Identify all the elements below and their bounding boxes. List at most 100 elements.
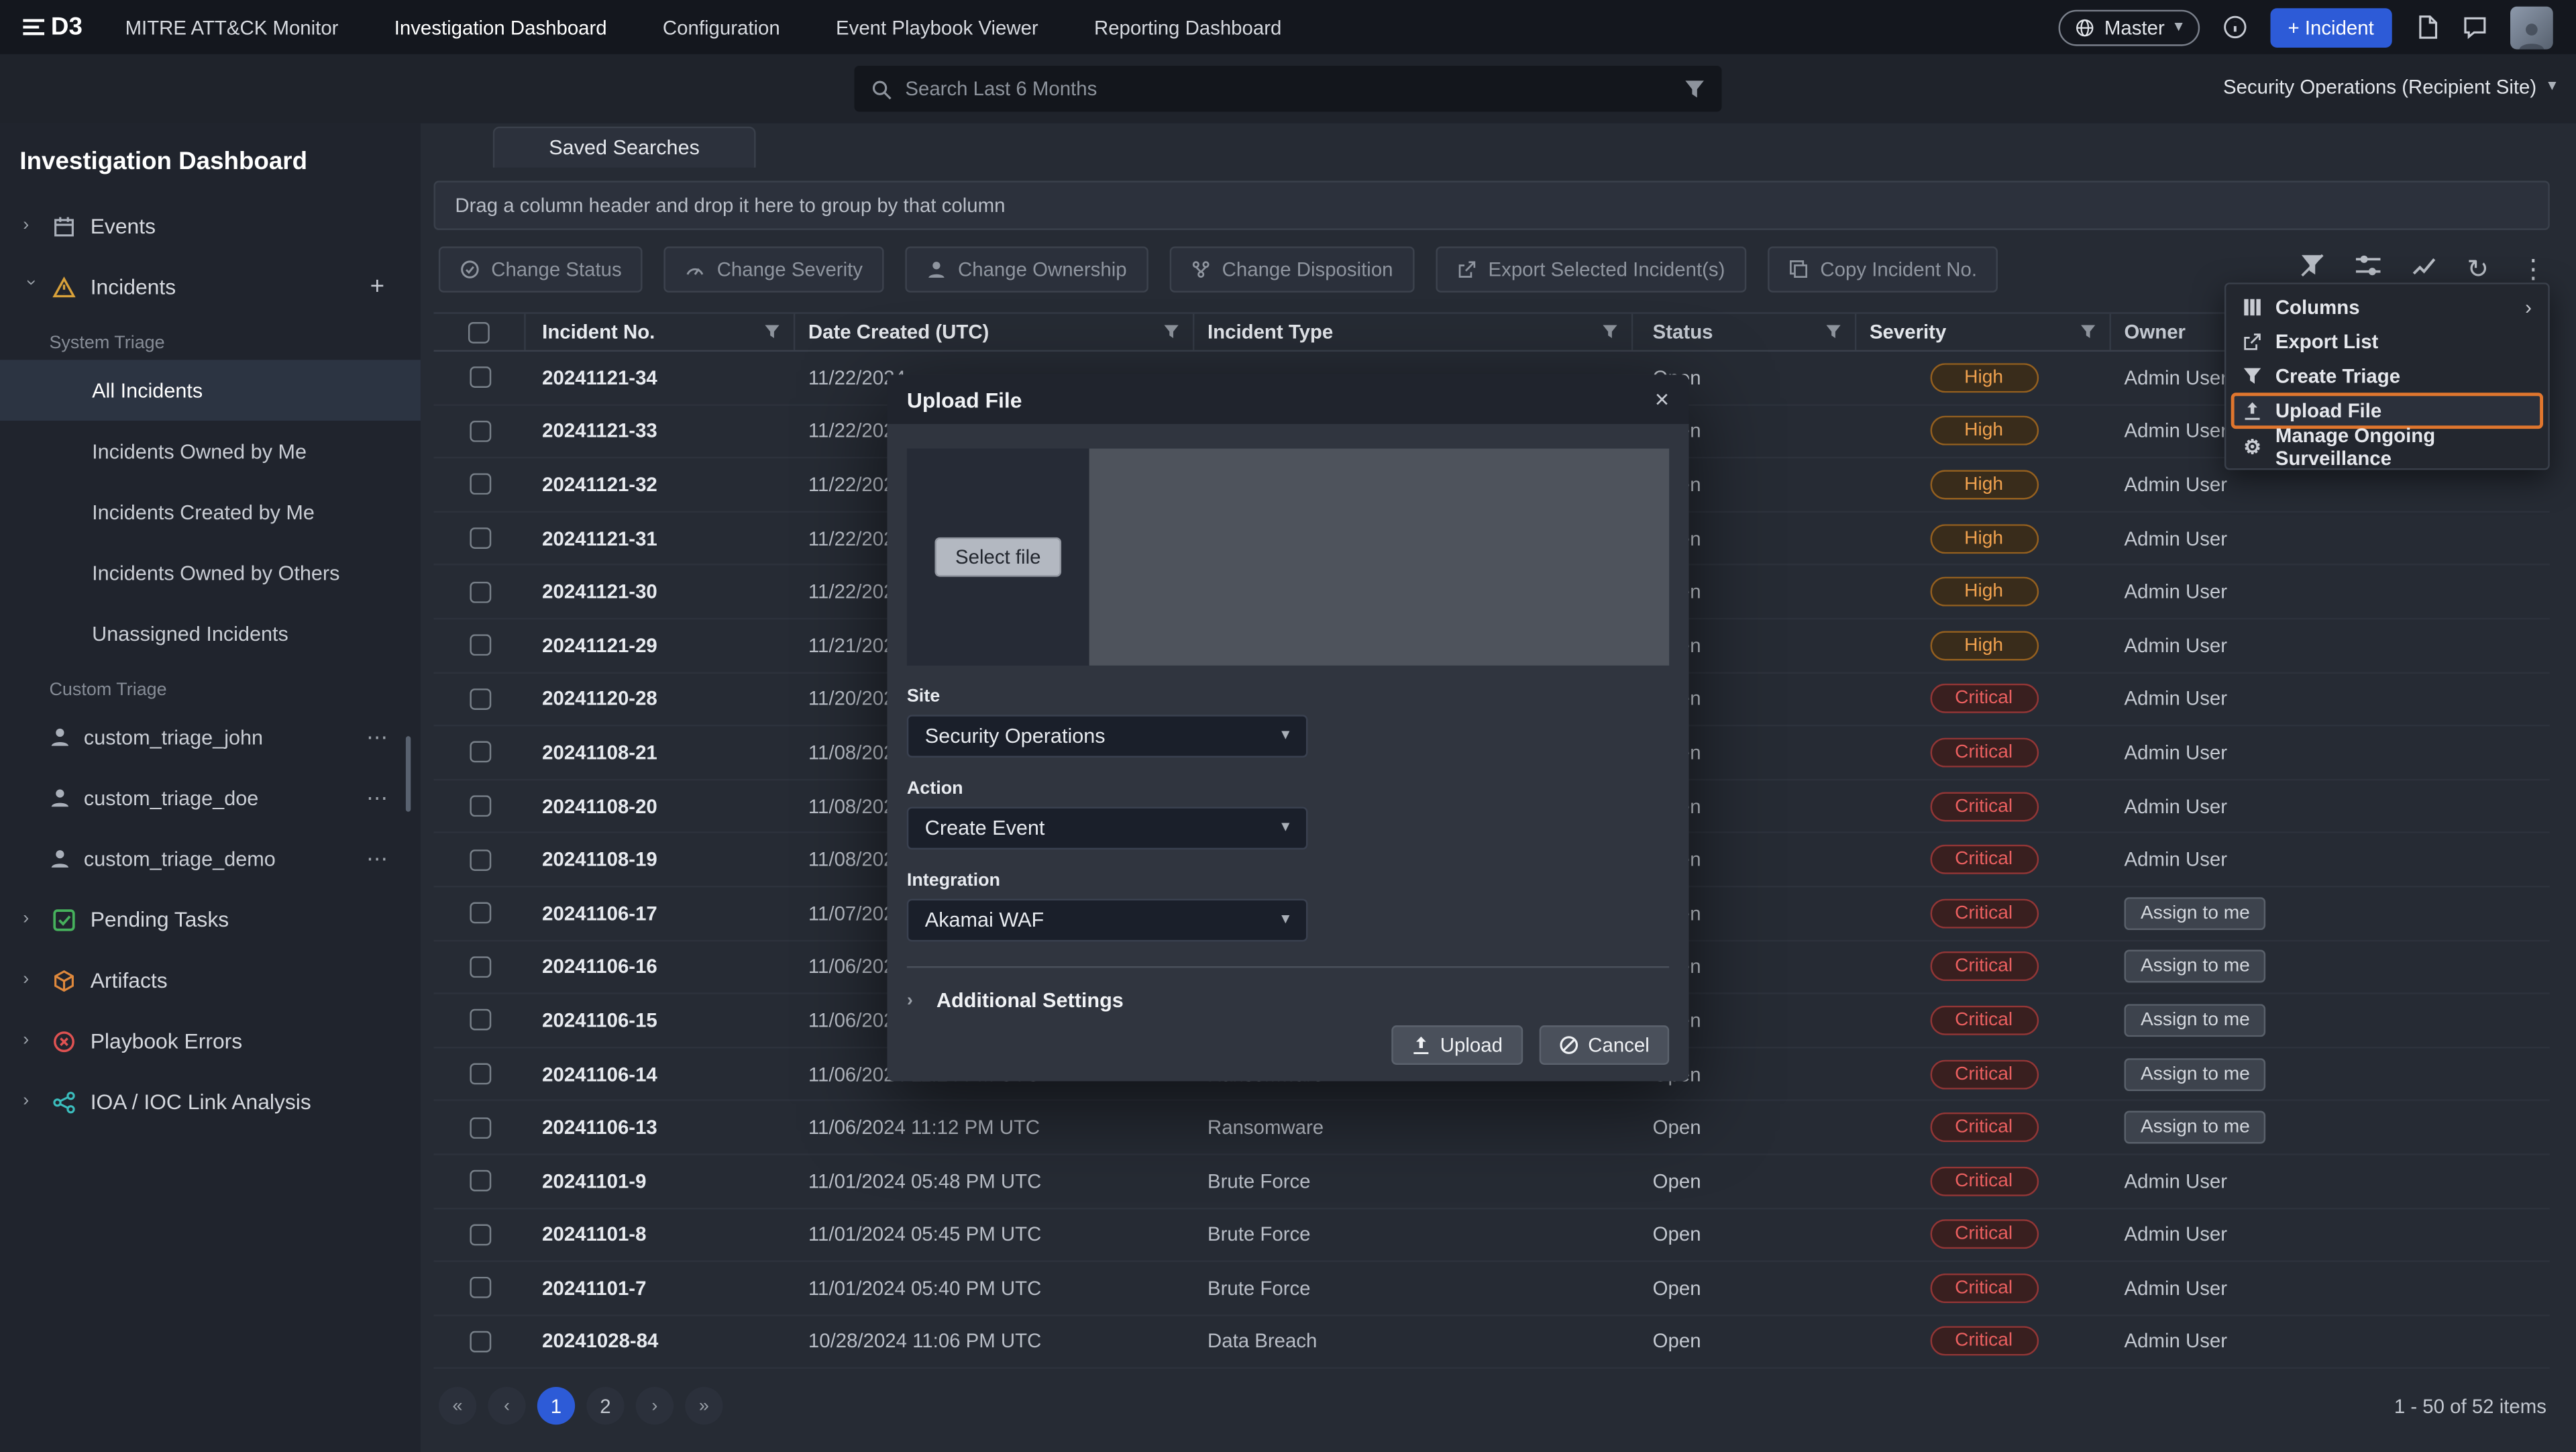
- change-status-button[interactable]: Change Status: [439, 246, 643, 293]
- page-2-button[interactable]: 2: [586, 1387, 624, 1424]
- filter-icon[interactable]: [1163, 323, 1179, 340]
- incident-no-cell[interactable]: 20241121-30: [526, 580, 796, 603]
- group-by-drop-area[interactable]: Drag a column header and drop it here to…: [434, 180, 2550, 229]
- sidebar-item-playbook-errors[interactable]: › Playbook Errors: [0, 1010, 421, 1072]
- more-options-icon[interactable]: ⋯: [366, 784, 388, 811]
- incident-no-cell[interactable]: 20241121-33: [526, 419, 796, 442]
- file-drop-area[interactable]: [1089, 449, 1669, 666]
- more-options-icon[interactable]: ⋯: [366, 845, 388, 872]
- row-checkbox[interactable]: [469, 367, 490, 388]
- new-incident-button[interactable]: + Incident: [2270, 7, 2392, 47]
- row-checkbox[interactable]: [469, 474, 490, 495]
- filter-icon[interactable]: [764, 323, 780, 340]
- tab-saved-searches[interactable]: Saved Searches: [493, 127, 756, 168]
- incident-no-cell[interactable]: 20241106-13: [526, 1116, 796, 1139]
- sidebar-item-pending-tasks[interactable]: › Pending Tasks: [0, 889, 421, 950]
- incident-no-cell[interactable]: 20241108-19: [526, 848, 796, 871]
- row-checkbox[interactable]: [469, 1331, 490, 1353]
- row-checkbox[interactable]: [469, 956, 490, 978]
- incident-no-cell[interactable]: 20241106-17: [526, 902, 796, 925]
- filter-icon[interactable]: [1602, 323, 1618, 340]
- incident-no-cell[interactable]: 20241101-9: [526, 1170, 796, 1192]
- row-checkbox[interactable]: [469, 795, 490, 817]
- row-checkbox[interactable]: [469, 1117, 490, 1138]
- assign-to-me-button[interactable]: Assign to me: [2125, 1057, 2267, 1090]
- sidebar-item-ioa-ioc-link-analysis[interactable]: › IOA / IOC Link Analysis: [0, 1072, 421, 1133]
- row-checkbox[interactable]: [469, 581, 490, 603]
- assign-to-me-button[interactable]: Assign to me: [2125, 896, 2267, 929]
- recipient-site-selector[interactable]: Security Operations (Recipient Site) ▾: [2223, 76, 2557, 99]
- row-checkbox[interactable]: [469, 849, 490, 870]
- table-row[interactable]: 20241028-84 10/28/2024 11:06 PM UTC Data…: [434, 1316, 2550, 1369]
- refresh-icon[interactable]: ↻: [2467, 257, 2489, 282]
- sidebar-item-events[interactable]: › Events: [0, 195, 421, 256]
- incident-no-cell[interactable]: 20241108-20: [526, 794, 796, 817]
- row-checkbox[interactable]: [469, 1010, 490, 1031]
- sidebar-item-all-incidents[interactable]: All Incidents: [0, 360, 421, 421]
- sidebar-item-unassigned-incidents[interactable]: Unassigned Incidents: [0, 603, 421, 664]
- table-row[interactable]: 20241106-13 11/06/2024 11:12 PM UTC Rans…: [434, 1102, 2550, 1155]
- sidebar-item-custom-triage-doe[interactable]: custom_triage_doe ⋯: [0, 768, 421, 829]
- more-options-icon[interactable]: ⋯: [366, 724, 388, 750]
- sidebar-item-artifacts[interactable]: › Artifacts: [0, 950, 421, 1011]
- search-input[interactable]: [905, 77, 1670, 100]
- menu-item-manage-ongoing-surveillance[interactable]: ⚙ Manage Ongoing Surveillance: [2231, 429, 2543, 463]
- d3-logo[interactable]: D3: [23, 13, 83, 42]
- menu-item-columns[interactable]: Columns ›: [2231, 289, 2543, 323]
- prev-page-button[interactable]: ‹: [488, 1387, 525, 1424]
- row-checkbox[interactable]: [469, 1064, 490, 1085]
- add-triage-button[interactable]: +: [370, 273, 384, 301]
- nav-reporting-dashboard[interactable]: Reporting Dashboard: [1094, 15, 1281, 38]
- export-selected-button[interactable]: Export Selected Incident(s): [1436, 246, 1746, 293]
- filter-icon[interactable]: [2080, 323, 2096, 340]
- info-icon[interactable]: [2222, 15, 2247, 40]
- sidebar-item-incidents[interactable]: › Incidents +: [0, 256, 421, 317]
- row-checkbox[interactable]: [469, 688, 490, 710]
- change-disposition-button[interactable]: Change Disposition: [1169, 246, 1414, 293]
- incident-no-cell[interactable]: 20241121-34: [526, 366, 796, 389]
- change-severity-button[interactable]: Change Severity: [664, 246, 883, 293]
- incident-no-cell[interactable]: 20241120-28: [526, 688, 796, 711]
- menu-item-export-list[interactable]: Export List: [2231, 323, 2543, 358]
- chat-icon[interactable]: [2463, 15, 2487, 40]
- additional-settings-toggle[interactable]: › Additional Settings: [907, 989, 1669, 1012]
- sidebar-item-incidents-owned-by-others[interactable]: Incidents Owned by Others: [0, 542, 421, 603]
- assign-to-me-button[interactable]: Assign to me: [2125, 1111, 2267, 1144]
- change-ownership-button[interactable]: Change Ownership: [906, 246, 1148, 293]
- sidebar-scrollbar[interactable]: [406, 736, 411, 812]
- incident-no-cell[interactable]: 20241101-7: [526, 1277, 796, 1300]
- next-page-button[interactable]: ›: [636, 1387, 674, 1424]
- filter-icon[interactable]: [1684, 78, 1705, 99]
- document-icon[interactable]: [2415, 15, 2440, 40]
- clear-filter-icon[interactable]: [2300, 253, 2324, 286]
- row-checkbox[interactable]: [469, 742, 490, 764]
- nav-investigation-dashboard[interactable]: Investigation Dashboard: [394, 15, 607, 38]
- close-icon[interactable]: ×: [1655, 385, 1669, 413]
- menu-item-create-triage[interactable]: Create Triage: [2231, 358, 2543, 393]
- search-box[interactable]: [854, 66, 1721, 112]
- sidebar-item-custom-triage-demo[interactable]: custom_triage_demo ⋯: [0, 828, 421, 889]
- row-checkbox[interactable]: [469, 635, 490, 656]
- row-checkbox[interactable]: [469, 1224, 490, 1245]
- sidebar-item-custom-triage-john[interactable]: custom_triage_john ⋯: [0, 707, 421, 768]
- col-incident-no[interactable]: Incident No.: [526, 314, 796, 350]
- incident-no-cell[interactable]: 20241108-21: [526, 741, 796, 764]
- nav-event-playbook-viewer[interactable]: Event Playbook Viewer: [836, 15, 1038, 38]
- incident-no-cell[interactable]: 20241106-15: [526, 1008, 796, 1031]
- filter-icon[interactable]: [1825, 323, 1841, 340]
- select-file-button[interactable]: Select file: [936, 537, 1061, 577]
- table-row[interactable]: 20241101-8 11/01/2024 05:45 PM UTC Brute…: [434, 1208, 2550, 1262]
- upload-button[interactable]: Upload: [1391, 1025, 1522, 1065]
- column-arrange-icon[interactable]: [2355, 253, 2380, 286]
- incident-no-cell[interactable]: 20241121-29: [526, 634, 796, 657]
- row-checkbox[interactable]: [469, 1170, 490, 1192]
- integration-select[interactable]: Akamai WAF ▾: [907, 899, 1308, 942]
- col-incident-type[interactable]: Incident Type: [1194, 314, 1633, 350]
- incident-no-cell[interactable]: 20241121-31: [526, 527, 796, 550]
- user-avatar[interactable]: [2510, 6, 2553, 49]
- col-severity[interactable]: Severity: [1856, 314, 2111, 350]
- master-site-dropdown[interactable]: Master ▾: [2058, 9, 2199, 45]
- row-checkbox[interactable]: [469, 1278, 490, 1299]
- row-checkbox[interactable]: [469, 902, 490, 924]
- assign-to-me-button[interactable]: Assign to me: [2125, 1004, 2267, 1037]
